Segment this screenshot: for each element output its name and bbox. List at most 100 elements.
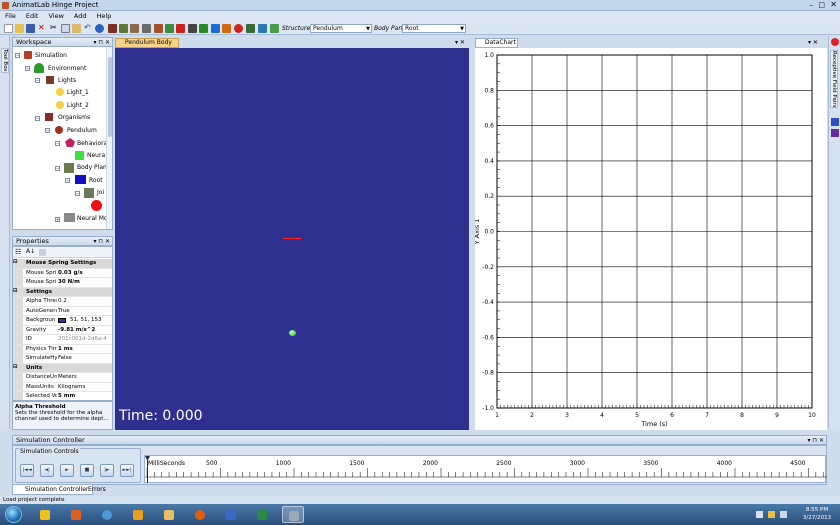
- collapse-toggle[interactable]: −: [55, 141, 60, 146]
- new-icon[interactable]: [4, 24, 13, 33]
- step-forward-button[interactable]: |►: [100, 464, 114, 477]
- receptive-field-tab[interactable]: Receptive Field Pairs: [830, 50, 838, 109]
- property-row[interactable]: DistanceUn Meters: [13, 373, 112, 383]
- tab-pendulum-body[interactable]: Pendulum Body: [115, 38, 179, 48]
- tree-item-body-plan[interactable]: Body Plan: [77, 164, 107, 171]
- tab-simulation-controller[interactable]: Simulation Controller: [12, 485, 94, 495]
- swap-icon[interactable]: [246, 24, 255, 33]
- property-value[interactable]: True: [58, 308, 70, 314]
- menu-file[interactable]: File: [0, 11, 21, 20]
- menu-view[interactable]: View: [43, 11, 68, 20]
- tree-item-joint[interactable]: Joi: [97, 189, 104, 196]
- fast-forward-button[interactable]: ►►|: [120, 464, 134, 477]
- 3d-viewport[interactable]: Time: 0.000: [115, 48, 469, 430]
- add-part-icon[interactable]: [130, 24, 139, 33]
- property-row[interactable]: ID 201c001d-2d6a-4: [13, 335, 112, 345]
- sphere-icon[interactable]: [234, 24, 243, 33]
- collapse-toggle[interactable]: −: [75, 191, 80, 196]
- property-category[interactable]: ⊟ Units: [13, 363, 112, 373]
- property-category[interactable]: ⊟ Mouse Spring Settings: [13, 259, 112, 269]
- taskbar-app[interactable]: [189, 506, 211, 523]
- taskbar-app[interactable]: [127, 506, 149, 523]
- property-row[interactable]: Physics Tim 1 ms: [13, 344, 112, 354]
- stop-button[interactable]: ■: [80, 464, 94, 477]
- clock[interactable]: 8:55 PM 3/27/2013: [802, 506, 832, 522]
- paste-icon[interactable]: [72, 24, 81, 33]
- tool-icon[interactable]: [831, 129, 839, 137]
- collapse-toggle[interactable]: −: [65, 178, 70, 183]
- property-value[interactable]: False: [58, 355, 72, 361]
- expand-toggle[interactable]: +: [55, 217, 60, 222]
- taskbar-app[interactable]: [220, 506, 242, 523]
- property-value[interactable]: 0.2: [58, 298, 67, 304]
- property-row[interactable]: Selected Vo 5 mm: [13, 392, 112, 400]
- pendulum-ball[interactable]: [289, 330, 296, 336]
- property-row[interactable]: Mouse Spri 0.03 g/s: [13, 268, 112, 278]
- collapse-toggle[interactable]: −: [35, 116, 40, 121]
- menu-help[interactable]: Help: [92, 11, 117, 20]
- tool-icon[interactable]: [831, 118, 839, 126]
- tree-item-organisms[interactable]: Organisms: [58, 114, 90, 121]
- close-button[interactable]: ✕: [830, 0, 837, 9]
- maximize-button[interactable]: □: [818, 1, 825, 9]
- body-part-select[interactable]: Root ▼: [402, 24, 466, 33]
- collapse-toggle[interactable]: −: [15, 53, 20, 58]
- minimize-button[interactable]: –: [810, 1, 814, 9]
- joint-tool-icon[interactable]: [211, 24, 220, 33]
- toolbox-tab[interactable]: Tool Box: [1, 48, 9, 73]
- start-button[interactable]: [5, 506, 22, 523]
- tree-item-simulation[interactable]: Simulation: [35, 52, 67, 59]
- categorized-icon[interactable]: ☷: [15, 248, 21, 256]
- network-icon[interactable]: [756, 511, 763, 518]
- add-structure-icon[interactable]: [119, 24, 128, 33]
- tree-item-environment[interactable]: Environment: [48, 65, 86, 72]
- tree-item-behavioral[interactable]: Behaviora: [77, 140, 107, 147]
- tab-errors[interactable]: Errors: [84, 485, 110, 495]
- cut-icon[interactable]: ✂: [50, 24, 59, 33]
- red-sphere-icon[interactable]: [91, 200, 102, 211]
- taskbar-app[interactable]: [251, 506, 273, 523]
- volume-icon[interactable]: [780, 511, 787, 518]
- property-row[interactable]: Alpha Thres 0.2: [13, 297, 112, 307]
- menu-edit[interactable]: Edit: [21, 11, 44, 20]
- property-value[interactable]: Meters: [58, 374, 77, 380]
- property-value[interactable]: 1 ms: [58, 346, 73, 352]
- property-value[interactable]: Kilograms: [58, 384, 85, 390]
- play-button[interactable]: ►: [60, 464, 74, 477]
- property-value[interactable]: 5 mm: [58, 393, 75, 399]
- copy-icon[interactable]: [61, 24, 70, 33]
- taskbar-app[interactable]: [65, 506, 87, 523]
- select-icon[interactable]: [176, 24, 185, 33]
- tree-item-light-2[interactable]: Light_2: [67, 102, 89, 109]
- undo-icon[interactable]: ↶: [84, 24, 93, 33]
- tree-item-lights[interactable]: Lights: [58, 77, 76, 84]
- scrollbar-thumb[interactable]: [108, 57, 112, 137]
- property-row[interactable]: AutoGenera True: [13, 306, 112, 316]
- collapse-toggle[interactable]: −: [55, 166, 60, 171]
- structure-select[interactable]: Pendulum ▼: [310, 24, 372, 33]
- property-category[interactable]: ⊟ Settings: [13, 287, 112, 297]
- tree-item-pendulum[interactable]: Pendulum: [67, 127, 97, 134]
- property-value[interactable]: 30 N/m: [58, 279, 80, 285]
- property-value[interactable]: 51, 51, 153: [70, 317, 102, 323]
- help-icon[interactable]: [95, 24, 104, 33]
- property-value[interactable]: -9.81 m/s^2: [58, 327, 95, 333]
- save-icon[interactable]: [26, 24, 35, 33]
- step-back-button[interactable]: ◄|: [40, 464, 54, 477]
- property-row[interactable]: Gravity -9.81 m/s^2: [13, 325, 112, 335]
- taskbar-app[interactable]: [282, 506, 304, 523]
- tree-scrollbar[interactable]: [106, 47, 112, 229]
- delete-icon[interactable]: ✕: [38, 24, 47, 33]
- rewind-button[interactable]: |◄◄: [20, 464, 34, 477]
- chart-tab-controls[interactable]: ▾ ✕: [808, 39, 818, 46]
- tree-item-light-1[interactable]: Light_1: [67, 89, 89, 96]
- add-organism-icon[interactable]: [108, 24, 117, 33]
- taskbar-app[interactable]: [34, 506, 56, 523]
- pin-icon[interactable]: ▾ ⊓ ✕: [93, 237, 110, 246]
- collapse-toggle[interactable]: −: [45, 128, 50, 133]
- pin-icon[interactable]: ▾ ⊓ ✕: [807, 436, 824, 445]
- tree-item-neural-modules[interactable]: Neural Mo: [77, 215, 108, 222]
- tool-icon-b[interactable]: [154, 24, 163, 33]
- menu-add[interactable]: Add: [69, 11, 92, 20]
- tree-item-root[interactable]: Root: [89, 177, 103, 184]
